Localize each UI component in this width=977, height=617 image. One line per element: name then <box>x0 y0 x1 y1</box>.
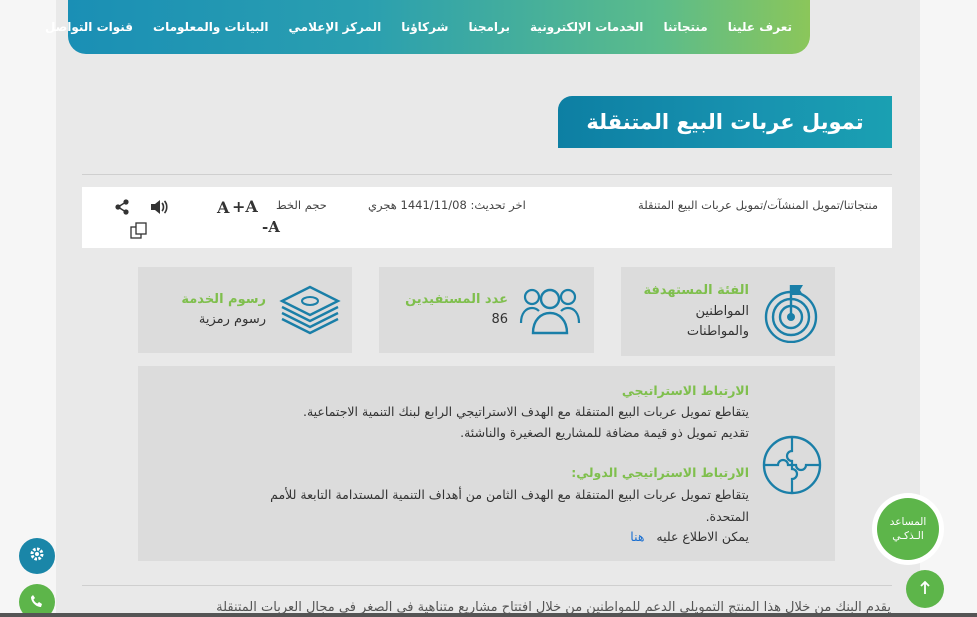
strategic-text-line2: تقديم تمويل ذو قيمة مضافة للمشاريع الصغي… <box>460 425 749 440</box>
card-beneficiaries: عدد المستفيدين 86 <box>379 267 594 353</box>
strategic-text-line1: يتقاطع تمويل عربات البيع المتنقلة مع اله… <box>302 404 749 419</box>
money-icon <box>278 283 342 343</box>
intl-strategic-text-line2: المتحدة. <box>705 509 749 524</box>
card-value-line1: المواطنين <box>695 304 749 319</box>
divider <box>82 585 892 586</box>
card-title: الفئة المستهدفة <box>643 283 750 298</box>
arrow-up-icon <box>919 580 931 599</box>
breadcrumb-item-enterprise-finance[interactable]: تمويل المنشآت <box>767 198 840 212</box>
more-info-link[interactable]: هنا <box>630 529 644 544</box>
assistant-label-line2: الـذكـي <box>892 530 924 542</box>
font-size-label: حجم الخط <box>276 198 327 212</box>
nav-item-products[interactable]: منتجاتنا <box>663 20 707 34</box>
smart-assistant-badge: المساعد الـذكـي <box>877 498 939 560</box>
nav-item-eservices[interactable]: الخدمات الإلكترونية <box>530 20 643 34</box>
settings-icon <box>29 546 45 566</box>
page-title-banner: تمويل عربات البيع المتنقلة <box>558 96 892 148</box>
people-icon <box>519 283 581 341</box>
sound-icon[interactable] <box>150 199 168 219</box>
strategic-heading: الارتباط الاستراتيجي <box>621 383 749 398</box>
info-bar: منتجاتنا/تمويل المنشآت/تمويل عربات البيع… <box>82 187 892 248</box>
nav-item-programs[interactable]: برامجنا <box>468 20 510 34</box>
card-title: عدد المستفيدين <box>405 292 508 307</box>
share-icon[interactable] <box>114 199 130 219</box>
breadcrumb: منتجاتنا/تمويل المنشآت/تمويل عربات البيع… <box>638 198 878 212</box>
card-service-fees: رسوم الخدمة رسوم رمزية <box>138 267 352 353</box>
nav-item-contact[interactable]: قنوات التواصل <box>45 20 133 34</box>
puzzle-icon <box>761 434 823 500</box>
nav-item-media-center[interactable]: المركز الإعلامي <box>289 20 382 34</box>
breadcrumb-item-current[interactable]: تمويل عربات البيع المتنقلة <box>638 198 763 212</box>
font-decrease-button[interactable]: A- <box>262 218 280 236</box>
card-value: 86 <box>491 312 508 327</box>
more-info-text: يمكن الاطلاع عليه <box>656 529 749 544</box>
target-icon <box>763 281 821 347</box>
card-value-line2: والمواطنات <box>686 324 749 339</box>
font-increase-button[interactable]: A+ <box>232 197 258 216</box>
nav-item-partners[interactable]: شركاؤنا <box>401 20 448 34</box>
breadcrumb-item-products[interactable]: منتجاتنا <box>844 198 878 212</box>
assistant-label-line1: المساعد <box>889 516 927 528</box>
card-title: رسوم الخدمة <box>181 292 266 307</box>
page-title: تمويل عربات البيع المتنقلة <box>586 110 864 134</box>
card-target-group: الفئة المستهدفة المواطنين والمواطنات <box>621 267 835 356</box>
nav-item-about[interactable]: تعرف علينا <box>728 20 792 34</box>
copy-icon[interactable] <box>130 222 148 244</box>
bottom-edge <box>0 613 977 617</box>
more-info-line: يمكن الاطلاع عليه هنا <box>630 526 749 547</box>
intl-strategic-heading: الارتباط الاستراتيجي الدولي: <box>571 465 749 480</box>
nav-item-data[interactable]: البيانات والمعلومات <box>153 20 268 34</box>
phone-icon <box>30 593 44 612</box>
intl-strategic-text-line1: يتقاطع تمويل عربات البيع المتنقلة مع اله… <box>270 487 749 502</box>
strategic-alignment-section: الارتباط الاستراتيجي يتقاطع تمويل عربات … <box>138 366 835 561</box>
scroll-top-button[interactable] <box>906 570 944 608</box>
card-value: رسوم رمزية <box>198 312 266 327</box>
main-navigation: تعرف علينا منتجاتنا الخدمات الإلكترونية … <box>45 0 810 54</box>
last-updated: اخر تحديث: 1441/11/08 هجري <box>368 198 526 212</box>
font-normal-button[interactable]: A <box>217 198 229 217</box>
divider <box>82 174 892 175</box>
settings-button[interactable] <box>19 538 55 574</box>
smart-assistant-button[interactable]: المساعد الـذكـي <box>872 493 944 565</box>
